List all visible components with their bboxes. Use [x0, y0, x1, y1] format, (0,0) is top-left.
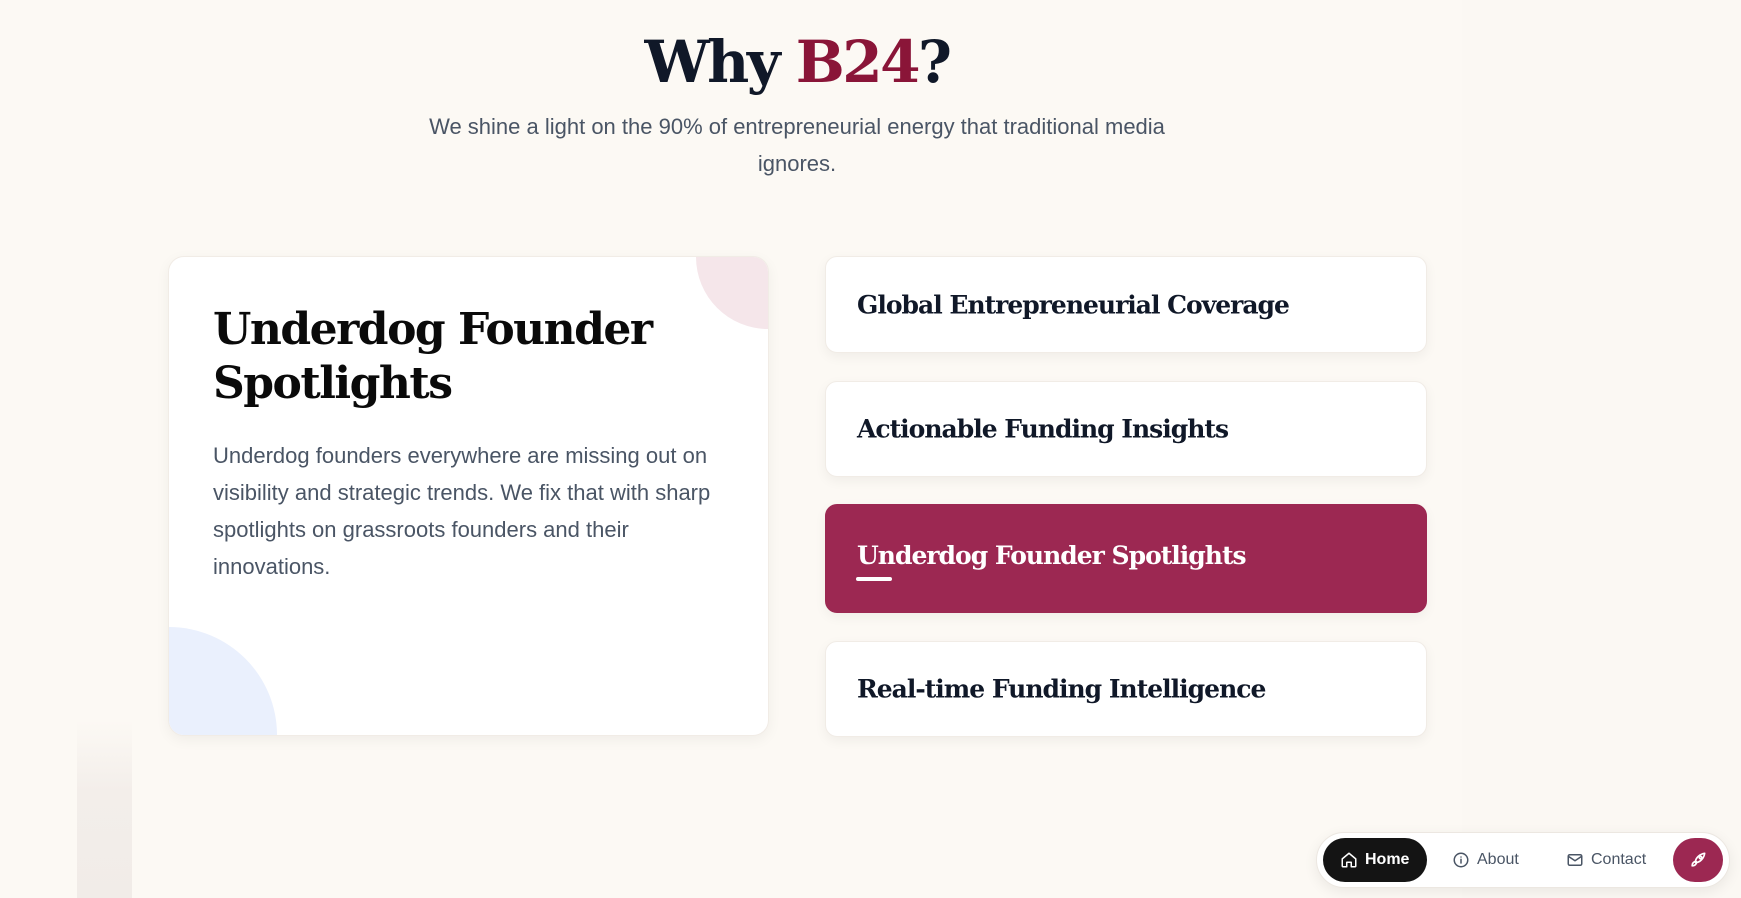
nav-about-button[interactable]: About — [1452, 838, 1519, 882]
feature-detail-card: Underdog Founder Spotlights Underdog fou… — [168, 256, 769, 736]
active-tab-underline — [856, 577, 892, 581]
section-subtitle: We shine a light on the 90% of entrepren… — [429, 114, 1165, 176]
feature-tab-label: Global Entrepreneurial Coverage — [857, 290, 1290, 319]
feature-tab-funding-insights[interactable]: Actionable Funding Insights — [825, 381, 1427, 477]
feature-tab-label: Real-time Funding Intelligence — [857, 674, 1266, 704]
feature-tab-founder-spotlights[interactable]: Underdog Founder Spotlights — [825, 504, 1427, 613]
rocket-icon — [1691, 852, 1706, 867]
title-brand: B24 — [795, 28, 921, 96]
feature-tab-label: Actionable Funding Insights — [857, 414, 1229, 444]
floating-nav-bar: Home About Contact — [1316, 832, 1730, 888]
decorative-circle-bottom-left — [169, 627, 277, 735]
section-header: Why B24? We shine a light on the 90% of … — [0, 26, 1594, 182]
detail-title: Underdog Founder Spotlights — [213, 304, 653, 409]
nav-home-button[interactable]: Home — [1323, 838, 1427, 882]
detail-text: Underdog founders everywhere are missing… — [213, 443, 711, 579]
nav-contact-label: Contact — [1591, 851, 1647, 868]
info-icon — [1453, 852, 1469, 868]
nav-home-label: Home — [1365, 851, 1410, 868]
nav-about-label: About — [1477, 851, 1519, 868]
section-title: Why B24? — [0, 26, 1594, 98]
home-icon — [1341, 852, 1357, 868]
feature-tab-funding-intelligence[interactable]: Real-time Funding Intelligence — [825, 641, 1427, 737]
background-strip — [77, 720, 132, 898]
title-suffix: ? — [917, 28, 952, 96]
nav-action-button[interactable] — [1673, 838, 1723, 882]
feature-tab-global-coverage[interactable]: Global Entrepreneurial Coverage — [825, 256, 1427, 353]
mail-icon — [1567, 854, 1583, 866]
nav-contact-button[interactable]: Contact — [1566, 838, 1646, 882]
title-prefix: Why — [644, 28, 796, 96]
feature-tab-label: Underdog Founder Spotlights — [857, 540, 1247, 570]
